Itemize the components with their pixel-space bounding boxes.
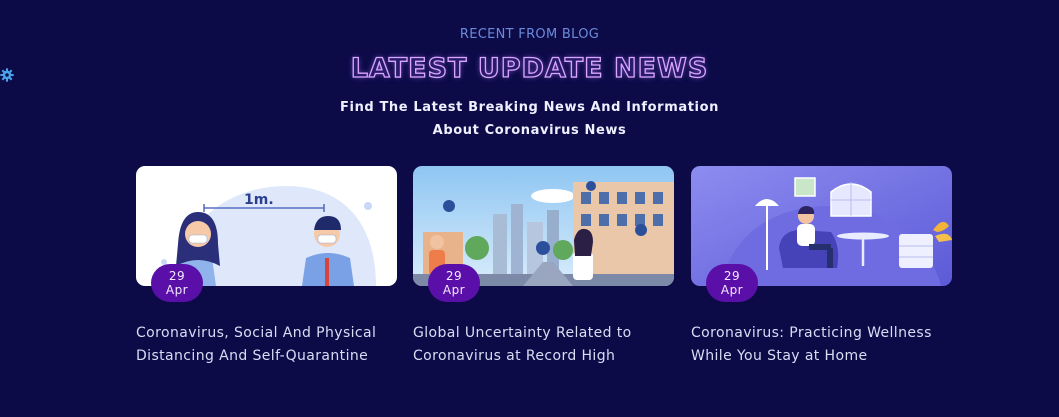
date-badge: 29 Apr [706, 264, 758, 302]
section-subtitle: Find The Latest Breaking News And Inform… [0, 96, 1059, 142]
blog-card-image[interactable]: 1m. 29 Apr [136, 166, 397, 302]
blog-card-title[interactable]: Coronavirus, Social And Physical Distanc… [136, 322, 398, 368]
distance-label: 1m. [244, 192, 274, 208]
date-badge: 29 Apr [428, 264, 480, 302]
blog-card[interactable]: 1m. 29 Apr Coronavirus, Social And Physi… [136, 166, 397, 364]
date-day: 29 [445, 269, 463, 283]
date-month: Apr [720, 283, 744, 297]
date-day: 29 [168, 269, 186, 283]
section-eyebrow: RECENT FROM BLOG [459, 27, 600, 42]
date-badge: 29 Apr [151, 264, 203, 302]
blog-card-title[interactable]: Global Uncertainty Related to Coronaviru… [413, 322, 675, 368]
date-month: Apr [442, 283, 466, 297]
blog-card-image[interactable]: 29 Apr [691, 166, 952, 302]
date-month: Apr [165, 283, 189, 297]
blog-card[interactable]: 29 Apr Global Uncertainty Related to Cor… [413, 166, 674, 364]
subtitle-line-1: Find The Latest Breaking News And Inform… [340, 100, 719, 115]
blog-section: RECENT FROM BLOG LATEST UPDATE NEWS Find… [0, 0, 1059, 417]
section-title: LATEST UPDATE NEWS [350, 52, 709, 84]
blog-card-image[interactable]: 29 Apr [413, 166, 674, 302]
blog-card-title[interactable]: Coronavirus: Practicing Wellness While Y… [691, 322, 953, 368]
blog-card[interactable]: 29 Apr Coronavirus: Practicing Wellness … [691, 166, 952, 364]
date-day: 29 [723, 269, 741, 283]
subtitle-line-2: About Coronavirus News [432, 123, 627, 138]
